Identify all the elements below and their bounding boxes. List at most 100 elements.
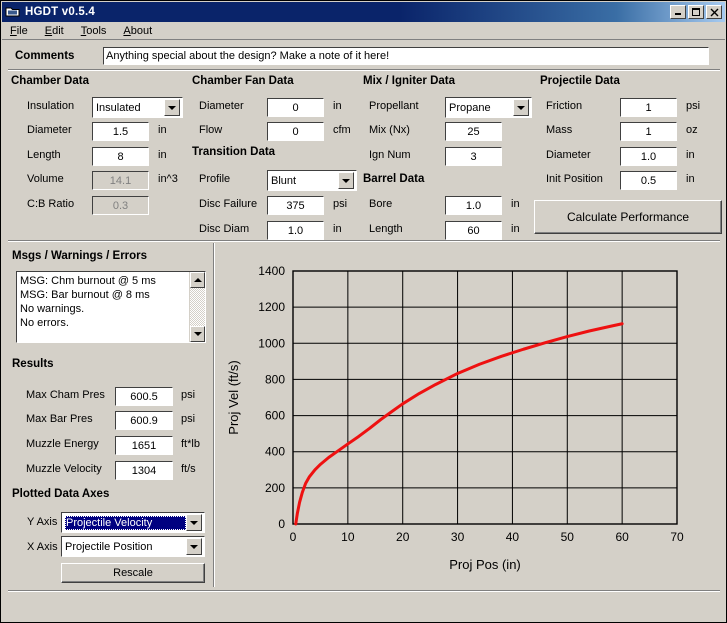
maximize-button[interactable] [688, 5, 704, 19]
scroll-up-icon[interactable] [190, 272, 205, 288]
svg-text:50: 50 [561, 530, 575, 544]
unit-init-position: in [686, 173, 695, 185]
label-disc-failure: Disc Failure [199, 198, 258, 210]
svg-text:Proj Pos (in): Proj Pos (in) [449, 557, 521, 572]
svg-text:10: 10 [341, 530, 355, 544]
svg-text:60: 60 [615, 530, 629, 544]
chevron-down-icon[interactable] [338, 172, 354, 189]
profile-value: Blunt [271, 174, 297, 187]
rescale-button[interactable]: Rescale [61, 563, 205, 583]
svg-text:200: 200 [265, 481, 285, 495]
chevron-down-icon[interactable] [186, 538, 202, 555]
window-controls [670, 5, 723, 19]
profile-combobox[interactable]: Blunt [267, 170, 357, 191]
disc-diam-input[interactable]: 1.0 [267, 221, 324, 240]
cb-ratio-output: 0.3 [92, 196, 149, 215]
minimize-button[interactable] [670, 5, 686, 19]
label-cb-ratio: C:B Ratio [27, 198, 75, 210]
menu-item-about[interactable]: About [123, 24, 161, 38]
plotted-data-axes-title: Plotted Data Axes [12, 488, 110, 500]
friction-input[interactable]: 1 [620, 98, 677, 117]
label-fan-diameter: Diameter [199, 100, 244, 112]
label-disc-diam: Disc Diam [199, 223, 250, 235]
transition-data-title: Transition Data [192, 146, 276, 158]
muzzle-energy-output: 1651 [115, 436, 173, 455]
propellant-value: Propane [449, 101, 491, 114]
label-init-position: Init Position [546, 173, 603, 185]
messages-list: MSG: Chm burnout @ 5 ms MSG: Bar burnout… [17, 272, 189, 342]
barrel-length-input[interactable]: 60 [445, 221, 502, 240]
mix-igniter-data-title: Mix / Igniter Data [363, 75, 456, 87]
menu-item-file[interactable]: FFileile [10, 24, 37, 38]
divider-bottom [8, 590, 720, 592]
comments-input[interactable]: Anything special about the design? Make … [103, 46, 709, 65]
divider-vertical [213, 243, 215, 587]
fan-flow-input[interactable]: 0 [267, 122, 324, 141]
svg-text:600: 600 [265, 409, 285, 423]
unit-barrel-length: in [511, 223, 520, 235]
unit-disc-diam: in [333, 223, 342, 235]
calculate-performance-button[interactable]: Calculate Performance [534, 200, 722, 234]
svg-text:70: 70 [670, 530, 684, 544]
mass-input[interactable]: 1 [620, 122, 677, 141]
x-axis-combobox[interactable]: Projectile Position [61, 536, 205, 557]
chamber-diameter-input[interactable]: 1.5 [92, 122, 149, 141]
label-friction: Friction [546, 100, 583, 112]
projectile-diameter-input[interactable]: 1.0 [620, 147, 677, 166]
results-title: Results [12, 358, 54, 370]
x-axis-value: Projectile Position [65, 540, 153, 553]
fan-diameter-input[interactable]: 0 [267, 98, 324, 117]
svg-text:1400: 1400 [258, 264, 285, 278]
ign-num-input[interactable]: 3 [445, 147, 502, 166]
unit-chamber-diameter: in [158, 124, 167, 136]
projectile-data-title: Projectile Data [540, 75, 620, 87]
divider-under-comments [8, 69, 720, 71]
unit-projectile-diameter: in [686, 149, 695, 161]
unit-mass: oz [686, 124, 698, 136]
performance-chart: 0 10 20 30 40 50 60 70 0 200 400 600 800 1000 1200 1400… [216, 249, 726, 589]
svg-text:800: 800 [265, 372, 285, 386]
label-barrel-length: Length [369, 223, 403, 235]
list-item: MSG: Bar burnout @ 8 ms [20, 289, 150, 301]
unit-max-cham-pres: psi [181, 389, 196, 401]
chamber-fan-data-title: Chamber Fan Data [192, 75, 294, 87]
unit-bore: in [511, 198, 520, 210]
max-cham-pres-output: 600.5 [115, 387, 173, 406]
label-mass: Mass [546, 124, 573, 136]
label-y-axis: Y Axis [27, 516, 58, 528]
scrollbar-track[interactable] [190, 288, 205, 326]
unit-friction: psi [686, 100, 701, 112]
label-muzzle-energy: Muzzle Energy [26, 438, 99, 450]
menu-item-tools[interactable]: Tools [81, 24, 116, 38]
list-item: No warnings. [20, 303, 85, 315]
mix-nx-input[interactable]: 25 [445, 122, 502, 141]
init-position-input[interactable]: 0.5 [620, 171, 677, 190]
propellant-combobox[interactable]: Propane [445, 97, 532, 118]
list-item: No errors. [20, 317, 69, 329]
barrel-data-title: Barrel Data [363, 173, 425, 185]
close-button[interactable] [706, 5, 722, 19]
insulation-value: Insulated [96, 101, 141, 114]
label-mix-nx: Mix (Nx) [369, 124, 410, 136]
label-fan-flow: Flow [199, 124, 223, 136]
title-bar: HGDT v0.5.4 [2, 2, 725, 22]
application-window: HGDT v0.5.4 FFileile Edit Tools About Co… [0, 0, 727, 623]
label-ign-num: Ign Num [369, 149, 411, 161]
chamber-length-input[interactable]: 8 [92, 147, 149, 166]
chevron-down-icon[interactable] [164, 99, 180, 116]
chevron-down-icon[interactable] [513, 99, 529, 116]
messages-title: Msgs / Warnings / Errors [12, 250, 148, 262]
window-title: HGDT v0.5.4 [25, 6, 95, 18]
bore-input[interactable]: 1.0 [445, 196, 502, 215]
svg-text:20: 20 [396, 530, 410, 544]
messages-listbox[interactable]: MSG: Chm burnout @ 5 ms MSG: Bar burnout… [16, 271, 206, 343]
messages-scrollbar[interactable] [189, 272, 205, 342]
unit-muzzle-energy: ft*lb [181, 438, 200, 450]
menu-item-edit[interactable]: Edit [45, 24, 73, 38]
scroll-down-icon[interactable] [190, 326, 205, 342]
disc-failure-input[interactable]: 375 [267, 196, 324, 215]
chevron-down-icon[interactable] [186, 514, 202, 531]
y-axis-combobox[interactable]: Projectile Velocity [61, 512, 205, 533]
insulation-combobox[interactable]: Insulated [92, 97, 183, 118]
label-chamber-length: Length [27, 149, 61, 161]
